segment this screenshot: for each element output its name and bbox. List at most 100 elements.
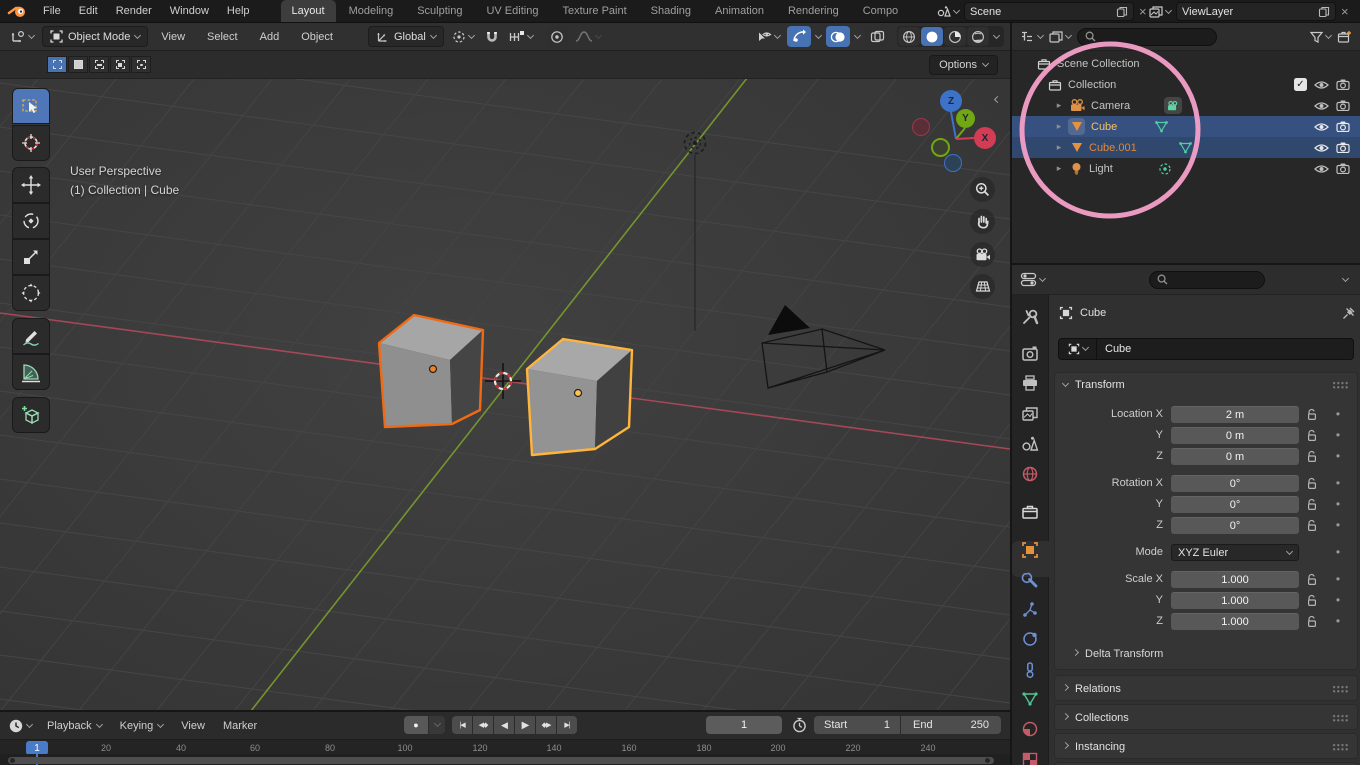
- shading-wireframe-button[interactable]: [898, 27, 920, 46]
- gizmo-axis-y[interactable]: Y: [956, 109, 975, 128]
- workspace-tab-texture-paint[interactable]: Texture Paint: [551, 0, 637, 22]
- relations-panel[interactable]: Relations: [1054, 675, 1358, 701]
- properties-search-field[interactable]: [1149, 271, 1265, 289]
- close-icon[interactable]: ×: [1338, 4, 1352, 19]
- tab-object-data[interactable]: [1021, 690, 1039, 708]
- workspace-tab-animation[interactable]: Animation: [704, 0, 775, 22]
- disable-in-renders-toggle[interactable]: [1336, 79, 1350, 90]
- menu-help[interactable]: Help: [218, 0, 259, 22]
- tab-render[interactable]: [1021, 345, 1039, 363]
- cube-object[interactable]: [527, 339, 632, 455]
- select-mode-extend[interactable]: [68, 56, 88, 73]
- tab-material[interactable]: [1021, 720, 1039, 738]
- frame-end-field[interactable]: End 250: [901, 716, 1001, 734]
- shading-rendered-button[interactable]: [967, 27, 989, 46]
- tab-scene[interactable]: [1021, 435, 1039, 453]
- animate-dot[interactable]: •: [1331, 446, 1345, 467]
- workspace-tab-rendering[interactable]: Rendering: [777, 0, 850, 22]
- menu-marker[interactable]: Marker: [214, 712, 266, 739]
- collection-checkbox[interactable]: ✓: [1294, 78, 1307, 91]
- animate-dot[interactable]: •: [1331, 542, 1345, 563]
- timeline-ruler[interactable]: 20 40 60 80 100 120 140 160 180 200 220 …: [0, 739, 1010, 754]
- timeline-editor-type-button[interactable]: [8, 718, 32, 734]
- disable-in-renders-toggle[interactable]: [1336, 163, 1350, 174]
- tab-world[interactable]: [1021, 465, 1039, 483]
- mode-dropdown[interactable]: Object Mode: [42, 26, 148, 47]
- next-keyframe-button[interactable]: ◆▶: [536, 716, 556, 734]
- scrollbar-handle-left[interactable]: [10, 758, 15, 763]
- select-mode-set[interactable]: [47, 56, 67, 73]
- menu-file[interactable]: File: [34, 0, 70, 22]
- frame-start-field[interactable]: Start 1: [814, 716, 900, 734]
- copy-icon[interactable]: [1116, 6, 1128, 18]
- playhead[interactable]: 1: [26, 741, 48, 755]
- animate-dot[interactable]: •: [1331, 611, 1345, 632]
- mesh-data-badge[interactable]: [1154, 120, 1169, 133]
- workspace-tab-sculpting[interactable]: Sculpting: [406, 0, 473, 22]
- proportional-editing-toggle[interactable]: [546, 26, 568, 47]
- disclosure-closed-icon[interactable]: ▸: [1054, 142, 1064, 153]
- lock-icon[interactable]: [1306, 477, 1318, 490]
- drag-handle-icon[interactable]: [1332, 685, 1349, 693]
- pivot-point-dropdown[interactable]: [448, 30, 478, 44]
- drag-handle-icon[interactable]: [1332, 743, 1349, 751]
- rotation-y-input[interactable]: 0°: [1171, 496, 1299, 513]
- view-layer-type-dropdown[interactable]: [1146, 5, 1174, 18]
- jump-to-end-button[interactable]: ▶|: [557, 716, 577, 734]
- workspace-tab-compositing[interactable]: Compo: [852, 0, 909, 22]
- tab-output[interactable]: [1021, 374, 1039, 392]
- tool-move[interactable]: [12, 167, 50, 203]
- show-gizmo-toggle[interactable]: [787, 26, 811, 47]
- hide-in-viewport-toggle[interactable]: [1314, 143, 1329, 153]
- outliner-row-cube[interactable]: ▸ Cube: [1012, 116, 1360, 137]
- blender-logo[interactable]: [0, 0, 34, 22]
- play-reverse-button[interactable]: ◀: [494, 716, 514, 734]
- properties-options-dropdown[interactable]: [1339, 279, 1352, 281]
- scale-x-input[interactable]: 1.000: [1171, 571, 1299, 588]
- transform-orientation-dropdown[interactable]: Global: [368, 26, 444, 47]
- tab-constraints[interactable]: [1021, 661, 1039, 679]
- object-visibility-dropdown[interactable]: [752, 30, 784, 44]
- lock-icon[interactable]: [1306, 519, 1318, 532]
- shading-solid-button[interactable]: [921, 27, 943, 46]
- menu-render[interactable]: Render: [107, 0, 161, 22]
- pan-button[interactable]: [970, 209, 995, 234]
- lock-icon[interactable]: [1306, 498, 1318, 511]
- auto-keying-dropdown[interactable]: [429, 716, 445, 734]
- menu-playback[interactable]: Playback: [38, 712, 111, 739]
- tool-cursor[interactable]: [12, 125, 50, 161]
- workspace-tab-layout[interactable]: Layout: [281, 0, 336, 22]
- rotation-mode-dropdown[interactable]: XYZ Euler: [1171, 544, 1299, 561]
- horizontal-scrollbar[interactable]: [8, 757, 994, 764]
- gizmo-axis-x-neg[interactable]: [912, 118, 930, 136]
- tab-physics[interactable]: [1021, 630, 1039, 648]
- hide-in-viewport-toggle[interactable]: [1314, 80, 1329, 90]
- location-x-input[interactable]: 2 m: [1171, 406, 1299, 423]
- gizmo-axis-z[interactable]: Z: [940, 90, 962, 112]
- lock-icon[interactable]: [1306, 594, 1318, 607]
- tool-annotate[interactable]: [12, 318, 50, 354]
- outliner-row-scene-collection[interactable]: Scene Collection: [1012, 53, 1360, 74]
- tab-tool[interactable]: [1021, 308, 1039, 326]
- outliner-row-camera[interactable]: ▸ Camera: [1012, 95, 1360, 116]
- animate-dot[interactable]: •: [1331, 515, 1345, 536]
- outliner-row-collection[interactable]: ▾ Collection ✓: [1012, 74, 1360, 95]
- snap-toggle[interactable]: [482, 30, 502, 44]
- view-layer-name-field[interactable]: ViewLayer: [1176, 2, 1336, 21]
- scene-name-field[interactable]: Scene: [964, 2, 1134, 21]
- current-frame-field[interactable]: 1: [706, 716, 782, 734]
- scale-y-input[interactable]: 1.000: [1171, 592, 1299, 609]
- hide-in-viewport-toggle[interactable]: [1314, 122, 1329, 132]
- orthographic-toggle-button[interactable]: [970, 274, 995, 299]
- menu-window[interactable]: Window: [161, 0, 218, 22]
- tab-object[interactable]: [1021, 541, 1039, 559]
- location-y-input[interactable]: 0 m: [1171, 427, 1299, 444]
- workspace-tab-shading[interactable]: Shading: [640, 0, 702, 22]
- menu-select[interactable]: Select: [198, 23, 247, 50]
- options-button[interactable]: Options: [929, 55, 998, 75]
- menu-view[interactable]: View: [152, 23, 194, 50]
- workspace-tab-modeling[interactable]: Modeling: [338, 0, 405, 22]
- snap-settings-dropdown[interactable]: [506, 30, 536, 43]
- pin-icon[interactable]: [1342, 307, 1355, 320]
- workspace-tab-uv-editing[interactable]: UV Editing: [475, 0, 549, 22]
